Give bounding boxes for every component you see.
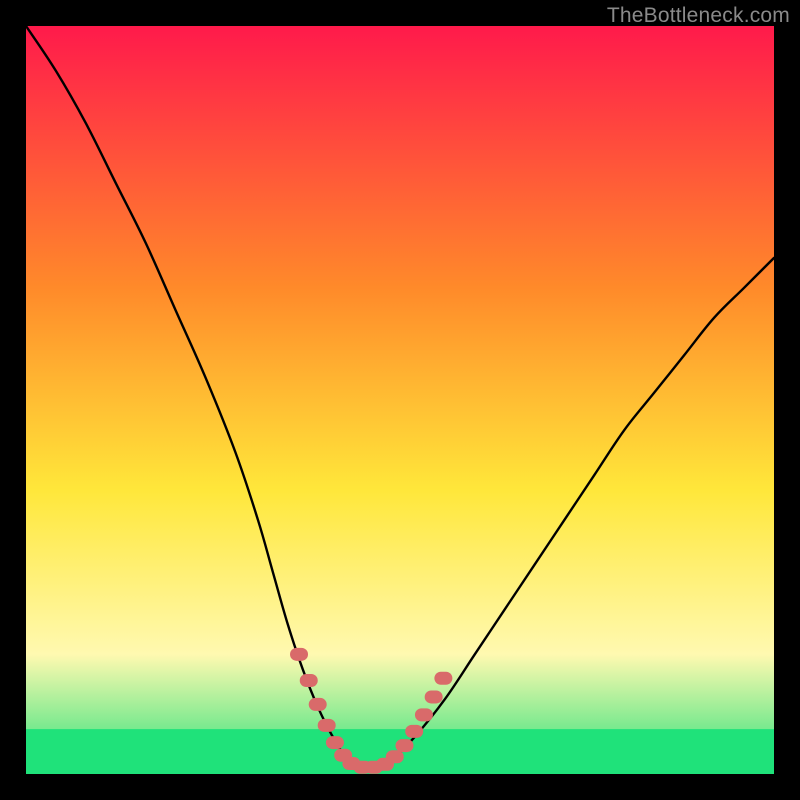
marker-dot: [395, 739, 413, 752]
bottleneck-chart: [26, 26, 774, 774]
marker-dot: [386, 750, 404, 763]
marker-dot: [425, 690, 443, 703]
chart-frame: [26, 26, 774, 774]
marker-dot: [309, 698, 327, 711]
watermark-text: TheBottleneck.com: [607, 4, 790, 28]
marker-dot: [434, 672, 452, 685]
marker-dot: [318, 719, 336, 732]
marker-dot: [290, 648, 308, 661]
marker-dot: [405, 725, 423, 738]
marker-dot: [326, 736, 344, 749]
gradient-background: [26, 26, 774, 774]
marker-dot: [300, 674, 318, 687]
marker-dot: [415, 708, 433, 721]
